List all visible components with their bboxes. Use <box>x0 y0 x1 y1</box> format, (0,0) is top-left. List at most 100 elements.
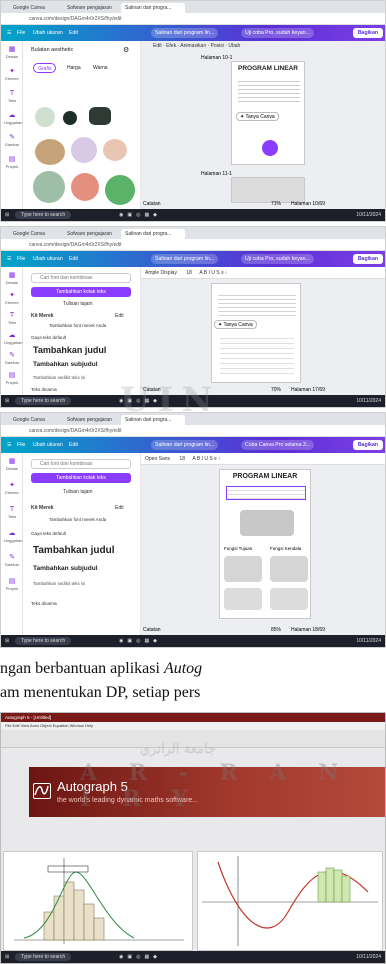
rail-elements[interactable]: ✦ Elemen <box>4 67 20 83</box>
slide-page[interactable]: PROGRAM LINEAR Fungsi Tujuan Fungsi Kend… <box>219 469 311 619</box>
edit-menu[interactable]: Edit <box>69 251 78 267</box>
font-size-input[interactable]: 18 <box>179 456 185 462</box>
graphic-result[interactable] <box>35 139 65 165</box>
browser-tab[interactable]: Sofware pengajaran <box>63 415 119 425</box>
design-title[interactable]: Salinan dari program lin... <box>151 254 219 264</box>
toolbar-ubah[interactable]: Ubah <box>228 43 240 49</box>
notes-button[interactable]: Catatan <box>143 627 161 633</box>
rail-uploads[interactable]: ☁ Unggahan <box>4 331 22 347</box>
toolbar-position[interactable]: Posisi <box>211 43 224 49</box>
share-button[interactable]: Bagikan <box>352 440 383 450</box>
text-style-icons[interactable]: A B I U S ≡ ⁝ <box>192 456 220 462</box>
add-heading[interactable]: Tambahkan judul <box>33 545 115 556</box>
taskbar-search[interactable]: Type here to search <box>15 211 71 219</box>
home-icon[interactable]: ☰ <box>7 25 12 41</box>
taskbar-apps[interactable]: ◉▣◎▦◆ <box>119 209 161 221</box>
windows-icon[interactable]: ⊞ <box>5 951 9 963</box>
browser-tab[interactable]: Sofware pengajaran <box>63 229 119 239</box>
design-title[interactable]: Salinan dari program lin... <box>151 28 219 38</box>
magic-write-button[interactable]: Tulisan tajam <box>63 489 93 495</box>
graphic-result[interactable] <box>71 137 97 163</box>
toolbar-animate[interactable]: Animasikan <box>180 43 206 49</box>
file-menu[interactable]: File <box>17 25 25 41</box>
browser-tab[interactable]: Sofware pengajaran <box>63 3 119 13</box>
share-button[interactable]: Bagikan <box>352 254 383 264</box>
ask-canva-bubble[interactable]: ✦ Tanya Canva <box>214 320 257 329</box>
rail-elements[interactable]: ✦ Elemen <box>4 291 20 307</box>
rail-text[interactable]: T Teks <box>4 89 20 105</box>
pro-trial-badge[interactable]: Coba Canva Pro selama 3... <box>241 440 315 450</box>
graphic-result[interactable] <box>33 171 65 203</box>
pro-trial-badge[interactable]: Uji coba Pro, sudah keyan... <box>241 254 314 264</box>
filter-price[interactable]: Harga <box>67 65 81 71</box>
graphic-result[interactable] <box>103 139 127 161</box>
add-textbox-button[interactable]: Tambahkan kotak teks <box>31 473 131 483</box>
histogram-graph[interactable] <box>3 851 193 951</box>
address-bar[interactable]: canva.com/design/DAGm4r0r2XS/fhy/edit <box>1 425 385 437</box>
add-textbox-button[interactable]: Tambahkan kotak teks <box>31 287 131 297</box>
rail-elements[interactable]: ✦ Elemen <box>4 481 20 497</box>
windows-icon[interactable]: ⊞ <box>5 209 9 221</box>
rail-projects[interactable]: ▤ Proyek <box>4 577 20 593</box>
font-search-input[interactable]: Cari font dan kombinasi <box>31 273 131 283</box>
slide-page[interactable]: ✦ Tanya Canva <box>211 283 301 383</box>
brand-kit-edit[interactable]: Edit <box>115 505 124 511</box>
browser-tab[interactable]: Google Canva <box>9 229 61 239</box>
file-menu[interactable]: File <box>17 251 25 267</box>
autograph-menu-bar[interactable]: File Edit View Axes Object Equation Wind… <box>1 722 385 730</box>
browser-tab-active[interactable]: Salinan dari progra... <box>121 229 185 239</box>
add-subheading[interactable]: Tambahkan subjudul <box>33 565 98 572</box>
taskbar-search[interactable]: Type here to search <box>15 953 71 961</box>
graphic-result[interactable] <box>71 173 99 201</box>
browser-tab[interactable]: Google Canva <box>9 3 61 13</box>
rail-draw[interactable]: ✎ Gambar <box>4 553 20 569</box>
windows-icon[interactable]: ⊞ <box>5 395 9 407</box>
slide-page[interactable]: PROGRAM LINEAR ✦ Tanya Canva <box>231 61 305 165</box>
home-icon[interactable]: ☰ <box>7 437 12 453</box>
graphic-result[interactable] <box>35 107 55 127</box>
rail-design[interactable]: ▦ Desain <box>4 45 20 61</box>
edit-menu[interactable]: Edit <box>69 25 78 41</box>
brand-kit-hint[interactable]: Tambahkan font merek Anda <box>49 517 106 522</box>
settings-icon[interactable]: ⚙ <box>123 46 129 54</box>
taskbar-apps[interactable]: ◉▣◎▦◆ <box>119 951 161 963</box>
windows-icon[interactable]: ⊞ <box>5 635 9 647</box>
rail-projects[interactable]: ▤ Proyek <box>4 155 20 171</box>
zoom-level[interactable]: 70% <box>271 387 281 393</box>
filter-chip-graphics[interactable]: Grafis <box>33 63 57 73</box>
graphic-result[interactable] <box>105 175 135 205</box>
rail-text[interactable]: T Teks <box>4 505 20 521</box>
rail-draw[interactable]: ✎ Gambar <box>4 133 20 149</box>
home-icon[interactable]: ☰ <box>7 251 12 267</box>
browser-tab[interactable]: Google Canva <box>9 415 61 425</box>
page-counter[interactable]: Halaman 17/69 <box>291 387 325 393</box>
add-heading[interactable]: Tambahkan judul <box>33 345 106 355</box>
brand-kit-hint[interactable]: Tambahkan font merek Anda <box>49 323 106 328</box>
brand-kit-edit[interactable]: Edit <box>115 313 124 319</box>
filter-color[interactable]: Warna <box>93 65 108 71</box>
slide-page[interactable] <box>231 177 305 203</box>
edit-menu[interactable]: Edit <box>69 437 78 453</box>
rail-text[interactable]: T Teks <box>4 311 20 327</box>
graphic-result[interactable] <box>89 107 111 125</box>
address-bar[interactable]: canva.com/design/DAGm4r0r2XS/fhy/edit <box>1 239 385 251</box>
selected-graphic[interactable] <box>262 140 278 156</box>
zoom-level[interactable]: 85% <box>271 627 281 633</box>
add-body-text[interactable]: Tambahkan sedikit teks isi <box>33 375 85 380</box>
address-bar[interactable]: canva.com/design/DAGm4r0r2XS/fhy/edit <box>1 13 385 25</box>
page-counter[interactable]: Halaman 10/69 <box>291 201 325 207</box>
taskbar-search[interactable]: Type here to search <box>15 397 71 405</box>
font-search-input[interactable]: Cari font dan kombinasi <box>31 459 131 469</box>
design-title[interactable]: Salinan dari program lin... <box>151 440 219 450</box>
rail-draw[interactable]: ✎ Gambar <box>4 351 20 367</box>
rail-design[interactable]: ▦ Desain <box>4 457 20 473</box>
pro-trial-badge[interactable]: Uji coba Pro, sudah keyan... <box>241 28 314 38</box>
page-counter[interactable]: Halaman 18/69 <box>291 627 325 633</box>
taskbar-search[interactable]: Type here to search <box>15 637 71 645</box>
toolbar-effects[interactable]: Efek <box>166 43 176 49</box>
rail-design[interactable]: ▦ Desain <box>4 271 20 287</box>
magic-write-button[interactable]: Tulisan tajam <box>63 301 93 307</box>
taskbar-apps[interactable]: ◉▣◎▦◆ <box>119 635 161 647</box>
graphic-result[interactable] <box>63 111 77 125</box>
selected-text-box[interactable] <box>226 486 306 500</box>
